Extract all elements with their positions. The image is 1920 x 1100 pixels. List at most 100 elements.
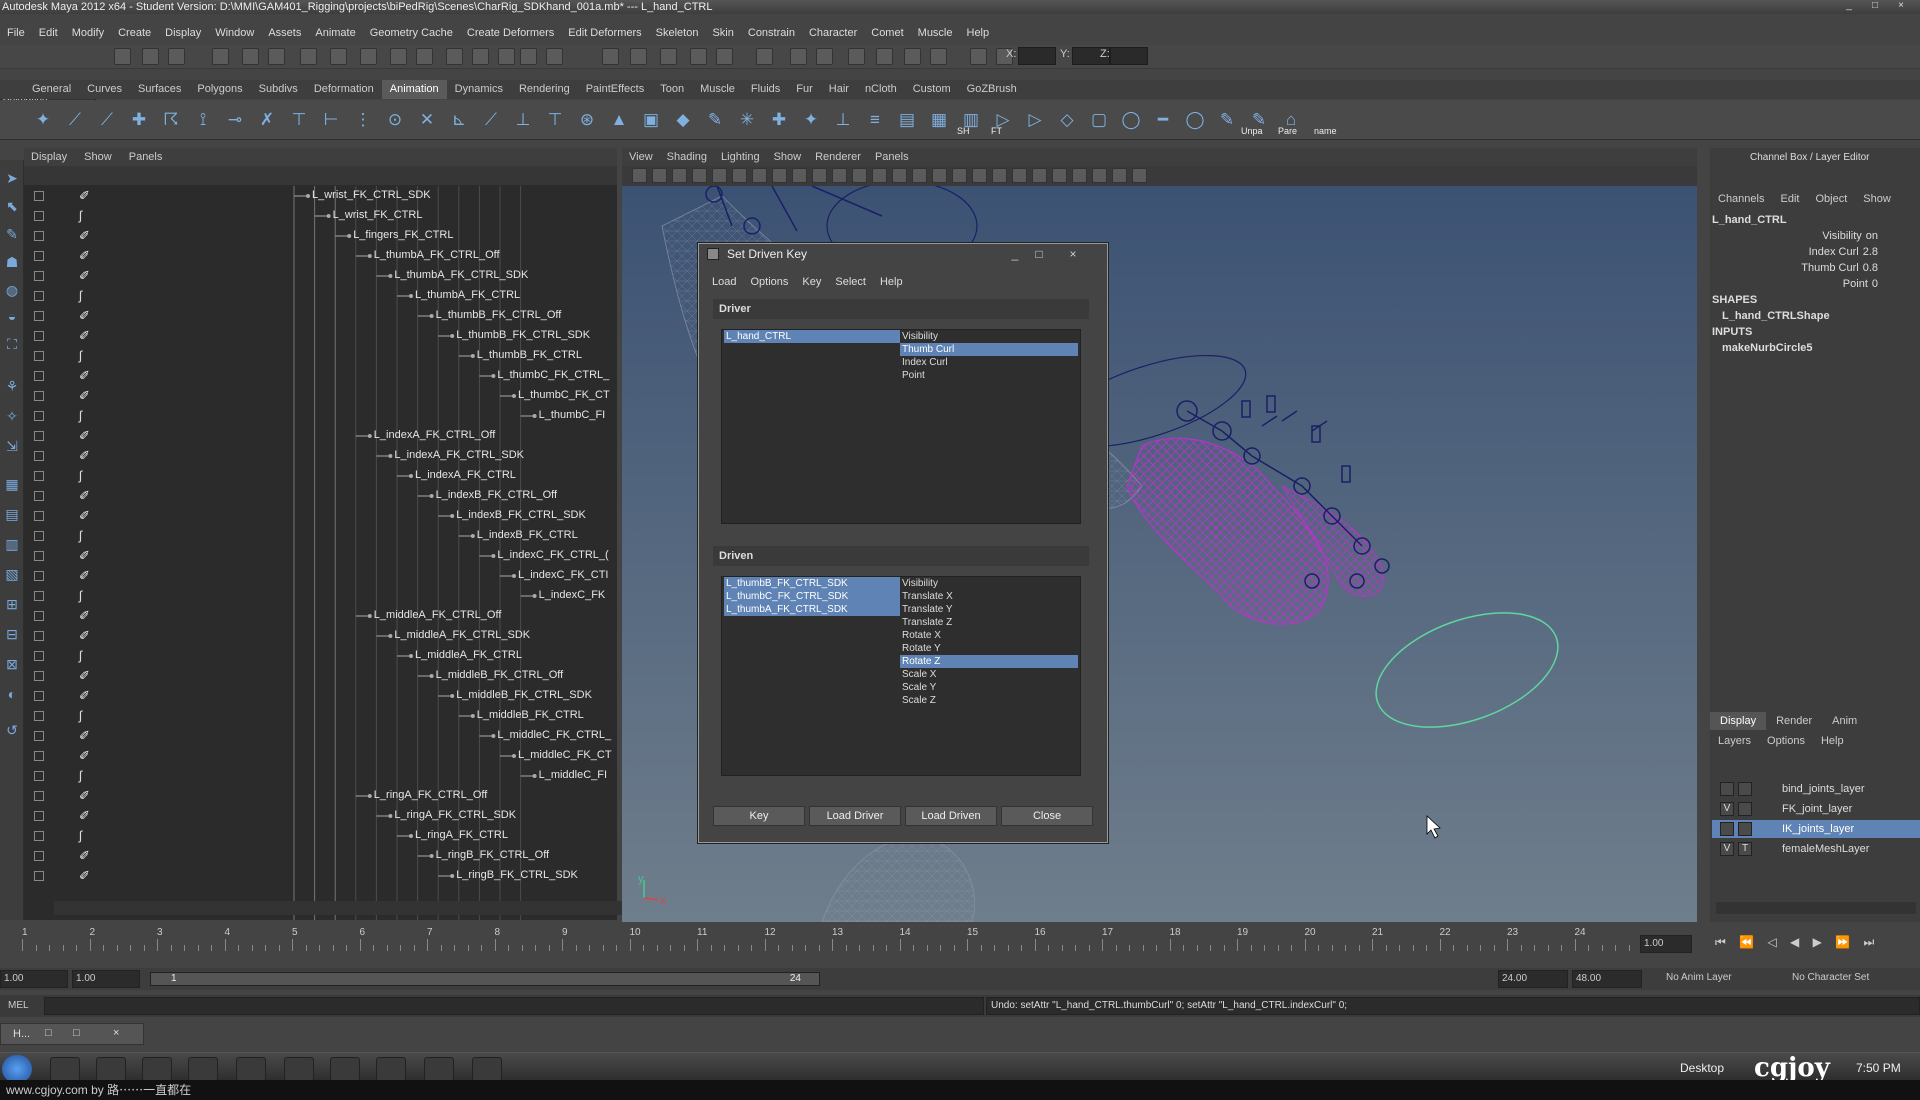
current-frame-field[interactable]: 1.00 (1640, 935, 1692, 953)
play-back-icon[interactable]: ◀ (1785, 935, 1804, 949)
outliner-menu-panels[interactable]: Panels (122, 148, 170, 166)
dialog-menu-select[interactable]: Select (828, 274, 873, 290)
character-set-dropdown[interactable]: No Character Set (1792, 972, 1869, 983)
shelf-tool-icon-31[interactable]: ▷ (1022, 107, 1048, 133)
driven-object-item[interactable]: L_thumbA_FK_CTRL_SDK (724, 603, 900, 616)
outliner-row[interactable]: ʃ L_ringA_FK_CTRL (24, 826, 617, 846)
outliner-row[interactable]: ʃ L_indexC_FK (24, 586, 617, 606)
outliner-expand-toggle[interactable] (34, 751, 44, 761)
outliner-row[interactable]: ✐ L_middleA_FK_CTRL_Off (24, 606, 617, 626)
shelf-tab-ncloth[interactable]: nCloth (857, 80, 905, 99)
toolbar-icon-2[interactable] (168, 48, 185, 65)
layer-tab-display[interactable]: Display (1710, 712, 1767, 730)
shelf-tab-subdivs[interactable]: Subdivs (251, 80, 306, 99)
viewport-tool-icon-7[interactable] (772, 168, 787, 183)
taskbar-app-icon-5[interactable] (284, 1057, 314, 1081)
toolbar-icon-26[interactable] (904, 48, 921, 65)
outliner-menu-display[interactable]: Display (24, 148, 74, 166)
toolbar-icon-28[interactable] (970, 48, 987, 65)
viewport-menu-show[interactable]: Show (767, 148, 809, 166)
go-to-end-icon[interactable]: ⏭ (1858, 935, 1879, 949)
toolbox-icon-1[interactable]: ⬉ (2, 196, 22, 216)
toolbar-icon-8[interactable] (360, 48, 377, 65)
z-input[interactable] (1110, 47, 1148, 65)
viewport-tool-icon-23[interactable] (1092, 168, 1107, 183)
toolbar-icon-17[interactable] (630, 48, 647, 65)
playback-start-field[interactable]: 1.00 (72, 970, 140, 988)
anim-layer-dropdown[interactable]: No Anim Layer (1666, 972, 1732, 983)
layer-menu-options[interactable]: Options (1759, 732, 1813, 750)
channel-menu-show[interactable]: Show (1855, 190, 1899, 208)
toolbar-icon-23[interactable] (816, 48, 833, 65)
toolbox-icon-2[interactable]: ✎ (2, 224, 22, 244)
outliner-expand-toggle[interactable] (34, 731, 44, 741)
outliner-row[interactable]: ✐ L_ringB_FK_CTRL_Off (24, 846, 617, 866)
toolbar-icon-15[interactable] (546, 48, 563, 65)
channel-object-name[interactable]: L_hand_CTRL (1712, 214, 1787, 226)
driver-object-item[interactable]: L_hand_CTRL (724, 330, 900, 343)
viewport-tool-icon-10[interactable] (832, 168, 847, 183)
outliner-row[interactable]: ✐ L_indexA_FK_CTRL_SDK (24, 446, 617, 466)
outliner-expand-toggle[interactable] (34, 691, 44, 701)
mel-label[interactable]: MEL (8, 1000, 29, 1011)
outliner-row[interactable]: ✐ L_ringB_FK_CTRL_SDK (24, 866, 617, 886)
outliner-expand-toggle[interactable] (34, 631, 44, 641)
shelf-tab-animation[interactable]: Animation (381, 80, 447, 99)
outliner-row[interactable]: ✐ L_indexA_FK_CTRL_Off (24, 426, 617, 446)
menu-animate[interactable]: Animate (308, 24, 362, 42)
toolbox-icon-18[interactable]: ↺ (2, 720, 22, 740)
driven-attribute-item[interactable]: Rotate Z (900, 655, 1078, 668)
shelf-tool-icon-13[interactable]: ⊾ (446, 107, 472, 133)
shelf-tab-surfaces[interactable]: Surfaces (130, 80, 189, 99)
outliner-expand-toggle[interactable] (34, 331, 44, 341)
outliner-row[interactable]: ʃ L_indexB_FK_CTRL (24, 526, 617, 546)
viewport-menu-view[interactable]: View (622, 148, 660, 166)
toolbox-icon-11[interactable]: ▤ (2, 504, 22, 524)
outliner-row[interactable]: ✐ L_thumbC_FK_CTRL_ (24, 366, 617, 386)
driven-attribute-item[interactable]: Translate Z (900, 616, 1078, 629)
driven-attribute-item[interactable]: Scale X (900, 668, 1078, 681)
outliner-expand-toggle[interactable] (34, 451, 44, 461)
outliner-expand-toggle[interactable] (34, 611, 44, 621)
viewport-tool-icon-21[interactable] (1052, 168, 1067, 183)
outliner-row[interactable]: ʃ L_thumbB_FK_CTRL (24, 346, 617, 366)
viewport-tool-icon-5[interactable] (732, 168, 747, 183)
toolbox-icon-15[interactable]: ⊟ (2, 624, 22, 644)
shelf-tool-icon-22[interactable]: ✳ (734, 107, 760, 133)
toolbar-icon-11[interactable] (446, 48, 463, 65)
shelf-tab-rendering[interactable]: Rendering (511, 80, 578, 99)
shelf-tool-icon-24[interactable]: ✦ (798, 107, 824, 133)
toolbar-icon-7[interactable] (330, 48, 347, 65)
shelf-tool-icon-17[interactable]: ⊛ (574, 107, 600, 133)
viewport-tool-icon-20[interactable] (1032, 168, 1047, 183)
driven-attribute-item[interactable]: Rotate X (900, 629, 1078, 642)
toolbox-icon-12[interactable]: ▥ (2, 534, 22, 554)
shelf-tool-icon-2[interactable]: ⟋ (94, 107, 120, 133)
toolbox-icon-5[interactable]: ◒ (2, 306, 22, 326)
toolbox-icon-14[interactable]: ⊞ (2, 594, 22, 614)
outliner-expand-toggle[interactable] (34, 551, 44, 561)
play-forward-icon[interactable]: ▶ (1808, 935, 1827, 949)
shelf-tool-icon-18[interactable]: ▲ (606, 107, 632, 133)
layer-name[interactable]: bind_joints_layer (1782, 780, 1865, 798)
viewport-tool-icon-22[interactable] (1072, 168, 1087, 183)
channel-value[interactable]: on (1866, 230, 1878, 242)
animation-start-field[interactable]: 1.00 (0, 970, 68, 988)
dialog-maximize-icon[interactable]: □ (1029, 244, 1049, 264)
outliner-expand-toggle[interactable] (34, 511, 44, 521)
layer-template-toggle[interactable] (1738, 822, 1752, 836)
outliner-row[interactable]: ✐ L_indexB_FK_CTRL_SDK (24, 506, 617, 526)
viewport-tool-icon-13[interactable] (892, 168, 907, 183)
shelf-tab-dynamics[interactable]: Dynamics (447, 80, 511, 99)
toolbar-icon-12[interactable] (472, 48, 489, 65)
input-node[interactable]: makeNurbCircle5 (1722, 342, 1813, 354)
menu-modify[interactable]: Modify (65, 24, 111, 42)
toolbar-icon-6[interactable] (300, 48, 317, 65)
outliner-expand-toggle[interactable] (34, 231, 44, 241)
shelf-tool-icon-9[interactable]: ⊢ (318, 107, 344, 133)
animation-end-field[interactable]: 48.00 (1572, 970, 1642, 988)
outliner-expand-toggle[interactable] (34, 491, 44, 501)
layer-name[interactable]: IK_joints_layer (1782, 820, 1854, 838)
layer-visibility-toggle[interactable] (1720, 782, 1734, 796)
outliner-expand-toggle[interactable] (34, 251, 44, 261)
